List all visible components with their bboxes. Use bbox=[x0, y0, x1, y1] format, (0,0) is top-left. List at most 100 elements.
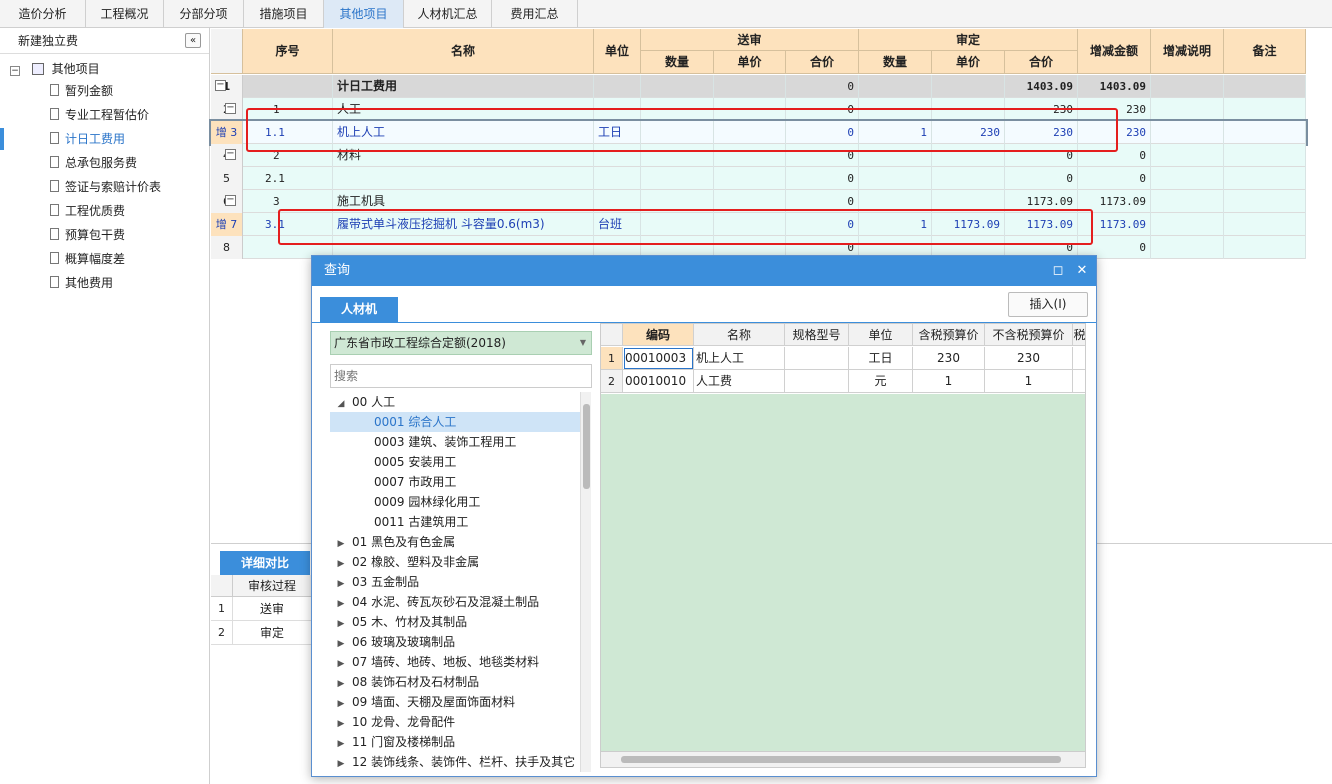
cell-s-total[interactable]: 0 bbox=[786, 213, 859, 236]
tab-measures[interactable]: 措施项目 bbox=[244, 0, 324, 28]
table-row[interactable]: 增 3 1.1 机上人工 工日 0 1 230 230 230 bbox=[209, 119, 1308, 146]
sidebar-item-general-contract-service[interactable]: 总承包服务费 bbox=[50, 152, 137, 174]
chevron-right-icon[interactable]: ▶ bbox=[334, 594, 348, 614]
cell-a-qty[interactable]: 1 bbox=[859, 213, 932, 236]
results-header[interactable]: 名称 bbox=[694, 324, 785, 346]
cell-remark[interactable] bbox=[1224, 144, 1306, 167]
cell-remark[interactable] bbox=[1224, 236, 1306, 259]
results-cell-tax-price[interactable]: 1 bbox=[913, 370, 985, 393]
collapse-panel-button[interactable]: « bbox=[185, 33, 201, 48]
cell-s-price[interactable] bbox=[714, 190, 786, 213]
cell-a-price[interactable] bbox=[932, 167, 1005, 190]
chevron-right-icon[interactable]: ▶ bbox=[334, 654, 348, 674]
sidebar-item-provisional-sum[interactable]: 暂列金额 bbox=[50, 80, 113, 102]
cell-seq[interactable]: 2 bbox=[243, 144, 333, 167]
search-input[interactable] bbox=[330, 364, 592, 388]
chevron-down-icon[interactable]: ◢ bbox=[334, 394, 348, 414]
cell-a-total[interactable]: 230 bbox=[1005, 98, 1078, 121]
tab-labor-material[interactable]: 人材机 bbox=[320, 297, 398, 322]
cell-a-total[interactable]: 0 bbox=[1005, 167, 1078, 190]
cell-s-qty[interactable] bbox=[641, 75, 714, 98]
cell-delta-note[interactable] bbox=[1151, 75, 1224, 98]
cell-seq[interactable]: 1.1 bbox=[243, 121, 333, 144]
cell-unit[interactable]: 台班 bbox=[594, 213, 641, 236]
results-cell-name[interactable]: 机上人工 bbox=[694, 347, 785, 370]
sidebar-item-other-fees[interactable]: 其他费用 bbox=[50, 272, 113, 294]
chevron-right-icon[interactable]: ▶ bbox=[334, 754, 348, 772]
chevron-right-icon[interactable]: ▶ bbox=[334, 554, 348, 574]
tree-node[interactable]: 0009 园林绿化用工 bbox=[330, 492, 580, 512]
cell-a-qty[interactable] bbox=[859, 167, 932, 190]
cell-a-price[interactable]: 230 bbox=[932, 121, 1005, 144]
cell-remark[interactable] bbox=[1224, 167, 1306, 190]
cell-s-price[interactable] bbox=[714, 75, 786, 98]
cell-unit[interactable]: 工日 bbox=[594, 121, 641, 144]
cell-a-total[interactable]: 230 bbox=[1005, 121, 1078, 144]
tree-node[interactable]: ▶ 04 水泥、砖瓦灰砂石及混凝土制品 bbox=[330, 592, 580, 612]
scroll-thumb[interactable] bbox=[583, 404, 590, 489]
cell-a-qty[interactable] bbox=[859, 144, 932, 167]
cell-s-qty[interactable] bbox=[641, 121, 714, 144]
audit-row-sent[interactable]: 1 送审 bbox=[211, 597, 311, 621]
table-row[interactable]: 2−1人工0230230 bbox=[211, 98, 1306, 121]
tree-node[interactable]: 0001 综合人工 bbox=[330, 412, 580, 432]
cell-s-total[interactable]: 0 bbox=[786, 75, 859, 98]
table-row[interactable]: 6−3施工机具01173.091173.09 bbox=[211, 190, 1306, 213]
cell-a-price[interactable] bbox=[932, 144, 1005, 167]
cell-name[interactable]: 履带式单斗液压挖掘机 斗容量0.6(m3) bbox=[333, 213, 594, 236]
cell-remark[interactable] bbox=[1224, 121, 1306, 144]
cell-s-qty[interactable] bbox=[641, 190, 714, 213]
maximize-icon[interactable]: ◻ bbox=[1048, 256, 1068, 286]
tree-collapse-icon[interactable]: − bbox=[225, 103, 236, 114]
cell-delta[interactable]: 1173.09 bbox=[1078, 190, 1151, 213]
chevron-right-icon[interactable]: ▶ bbox=[334, 694, 348, 714]
tree-node[interactable]: ▶ 12 装饰线条、装饰件、栏杆、扶手及其它 bbox=[330, 752, 580, 772]
results-cell-spec[interactable] bbox=[785, 370, 849, 393]
cell-remark[interactable] bbox=[1224, 98, 1306, 121]
cell-a-qty[interactable] bbox=[859, 190, 932, 213]
sidebar-item-estimate-margin[interactable]: 概算幅度差 bbox=[50, 248, 125, 270]
results-cell-notax-price[interactable]: 230 bbox=[985, 347, 1073, 370]
cell-a-qty[interactable]: 1 bbox=[859, 121, 932, 144]
dialog-title-bar[interactable]: 查询 ◻ ✕ bbox=[312, 256, 1096, 286]
cell-a-price[interactable] bbox=[932, 190, 1005, 213]
tab-project-overview[interactable]: 工程概况 bbox=[86, 0, 164, 28]
tab-other-items[interactable]: 其他项目 bbox=[324, 0, 404, 28]
cell-delta-note[interactable] bbox=[1151, 190, 1224, 213]
cell-a-qty[interactable] bbox=[859, 75, 932, 98]
sidebar-item-visa-claims[interactable]: 签证与索赔计价表 bbox=[50, 176, 161, 198]
chevron-right-icon[interactable]: ▶ bbox=[334, 674, 348, 694]
results-cell-notax-price[interactable]: 1 bbox=[985, 370, 1073, 393]
cell-a-total[interactable]: 0 bbox=[1005, 144, 1078, 167]
audit-row-approved[interactable]: 2 审定 bbox=[211, 621, 311, 645]
cell-unit[interactable] bbox=[594, 75, 641, 98]
cell-delta[interactable]: 230 bbox=[1078, 98, 1151, 121]
cell-delta-note[interactable] bbox=[1151, 236, 1224, 259]
cell-s-price[interactable] bbox=[714, 121, 786, 144]
chevron-right-icon[interactable]: ▶ bbox=[334, 534, 348, 554]
insert-button[interactable]: 插入(I) bbox=[1008, 292, 1088, 317]
tree-node[interactable]: 0011 古建筑用工 bbox=[330, 512, 580, 532]
tree-node[interactable]: ▶ 11 门窗及楼梯制品 bbox=[330, 732, 580, 752]
results-cell-tax-price[interactable]: 230 bbox=[913, 347, 985, 370]
tree-node[interactable]: ▶ 10 龙骨、龙骨配件 bbox=[330, 712, 580, 732]
tab-sub-items[interactable]: 分部分项 bbox=[164, 0, 244, 28]
cell-s-total[interactable]: 0 bbox=[786, 144, 859, 167]
chevron-right-icon[interactable]: ▶ bbox=[334, 714, 348, 734]
results-header[interactable]: 税 bbox=[1073, 324, 1085, 346]
results-header[interactable]: 编码 bbox=[623, 324, 694, 346]
cell-unit[interactable] bbox=[594, 144, 641, 167]
results-cell-code[interactable]: 00010010 bbox=[623, 370, 694, 393]
cell-delta[interactable]: 0 bbox=[1078, 144, 1151, 167]
sidebar-item-daywork-cost[interactable]: 计日工费用 bbox=[50, 128, 125, 150]
chevron-right-icon[interactable]: ▶ bbox=[334, 734, 348, 754]
cell-s-qty[interactable] bbox=[641, 167, 714, 190]
results-header[interactable]: 含税预算价 bbox=[913, 324, 985, 346]
tree-collapse-icon[interactable]: − bbox=[215, 80, 226, 91]
close-icon[interactable]: ✕ bbox=[1072, 256, 1092, 286]
cell-name[interactable]: 人工 bbox=[333, 98, 594, 121]
cell-remark[interactable] bbox=[1224, 190, 1306, 213]
chevron-right-icon[interactable]: ▶ bbox=[334, 614, 348, 634]
cell-s-total[interactable]: 0 bbox=[786, 121, 859, 144]
tree-scrollbar[interactable] bbox=[580, 392, 591, 772]
